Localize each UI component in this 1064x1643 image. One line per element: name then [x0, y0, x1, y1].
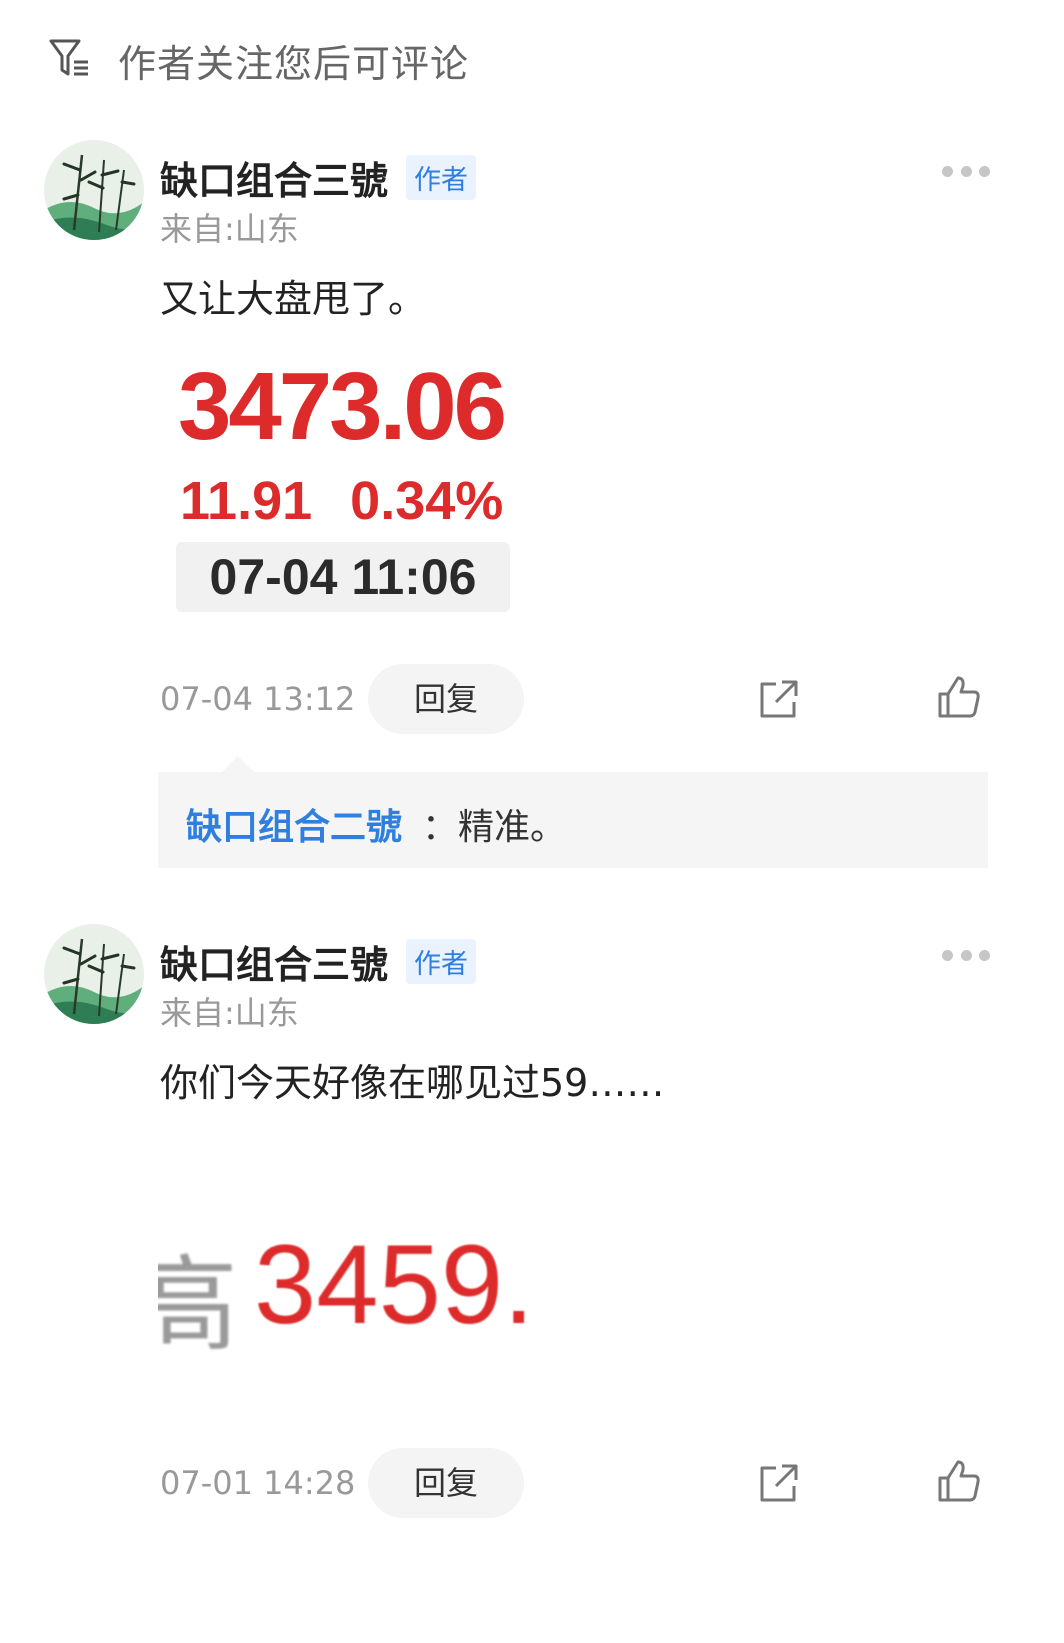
more-options-icon[interactable] [942, 164, 990, 178]
reply-thread-pointer [222, 756, 254, 772]
author-row: 缺口组合三號 作者 [160, 150, 477, 205]
reply-button[interactable]: 回复 [368, 664, 524, 734]
index-price: 3473.06 [178, 353, 507, 460]
author-badge: 作者 [406, 939, 477, 984]
index-change-row: 11.91 0.34% [180, 470, 503, 532]
reply-thread[interactable]: 缺口组合二號 ：精准。 [158, 756, 988, 868]
author-row: 缺口组合三號 作者 [160, 934, 477, 989]
index-change: 11.91 [180, 471, 313, 531]
high-label: 高 [158, 1248, 239, 1360]
comment-text: 你们今天好像在哪见过59…… [160, 1061, 665, 1105]
avatar[interactable] [44, 924, 144, 1024]
quote-time: 07-04 11:06 [176, 542, 510, 612]
comment-actions: 07-04 13:12 回复 [0, 664, 1064, 734]
more-options-icon[interactable] [942, 948, 990, 962]
avatar[interactable] [44, 140, 144, 240]
author-name[interactable]: 缺口组合三號 [160, 150, 388, 205]
location-label: 来自:山东 [160, 994, 299, 1032]
author-badge: 作者 [406, 155, 477, 200]
filter-icon [49, 39, 88, 76]
thumbs-up-icon[interactable] [936, 1458, 982, 1504]
location-label: 来自:山东 [160, 210, 299, 248]
stock-high-image[interactable]: 高 3459. [158, 1220, 558, 1360]
comment-timestamp: 07-01 14:28 [160, 1464, 356, 1502]
share-icon[interactable] [758, 678, 800, 720]
comment-text: 又让大盘甩了。 [160, 277, 427, 321]
comment-filter-bar[interactable]: 作者关注您后可评论 [48, 30, 469, 90]
comment-timestamp: 07-04 13:12 [160, 680, 356, 718]
index-change-percent: 0.34% [350, 471, 504, 531]
filter-label: 作者关注您后可评论 [118, 41, 470, 86]
reply-author-name[interactable]: 缺口组合二號 [186, 807, 402, 848]
author-name[interactable]: 缺口组合三號 [160, 934, 388, 989]
comment-actions: 07-01 14:28 回复 [0, 1448, 1064, 1518]
share-icon[interactable] [758, 1462, 800, 1504]
stock-quote-image[interactable]: 3473.06 11.91 0.34% 07-04 11:06 [160, 352, 540, 642]
reply-text: ：精准。 [422, 807, 567, 848]
reply-button[interactable]: 回复 [368, 1448, 524, 1518]
thumbs-up-icon[interactable] [936, 674, 982, 720]
reply-item: 缺口组合二號 ：精准。 [186, 798, 566, 850]
high-value: 3459. [254, 1222, 535, 1347]
